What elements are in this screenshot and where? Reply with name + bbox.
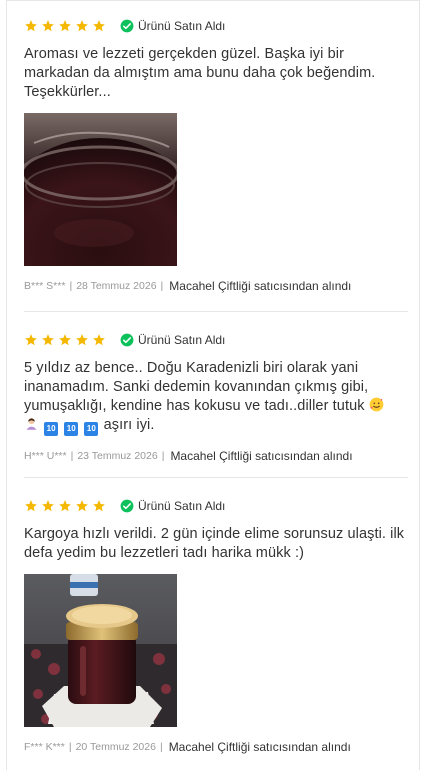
check-circle-icon (120, 333, 134, 347)
meta-separator: | (160, 280, 164, 292)
keycap-ten-emoji-icon: 10 (64, 422, 79, 436)
verified-label: Ürünü Satın Aldı (138, 499, 226, 513)
star-icon (59, 20, 71, 32)
review-meta: F*** K*** | 20 Temmuz 2026 | Macahel Çif… (24, 740, 408, 754)
verified-purchase-badge: Ürünü Satın Aldı (120, 499, 225, 513)
star-icon (25, 334, 37, 346)
honey-jar-photo (24, 113, 177, 266)
star-icon (76, 500, 88, 512)
review-comment-text: 5 yıldız az bence.. Doğu Karadenizli bir… (24, 360, 369, 414)
star-icon (59, 334, 71, 346)
star-icon (93, 500, 105, 512)
star-icon (25, 20, 37, 32)
review-photo[interactable] (24, 574, 177, 727)
verified-purchase-badge: Ürünü Satın Aldı (120, 333, 225, 347)
star-rating (24, 19, 106, 33)
verified-purchase-badge: Ürünü Satın Aldı (120, 19, 225, 33)
meta-separator: | (68, 741, 72, 753)
star-icon (25, 500, 37, 512)
star-rating (24, 333, 106, 347)
reviewer-name: B*** S*** (24, 280, 66, 292)
review-date: 20 Temmuz 2026 (75, 741, 156, 753)
review-date: 23 Temmuz 2026 (77, 450, 158, 462)
seller-info[interactable]: Macahel Çiftliği satıcısından alındı (170, 449, 352, 463)
star-icon (42, 500, 54, 512)
review-card: Ürünü Satın Aldı Kargoya hızlı verildi. … (24, 496, 408, 754)
keycap-ten-emoji-icon: 10 (44, 422, 59, 436)
seller-info[interactable]: Macahel Çiftliği satıcısından alındı (169, 740, 351, 754)
review-comment: Aroması ve lezzeti gerçekden güzel. Başk… (24, 46, 376, 100)
review-meta: H*** U*** | 23 Temmuz 2026 | Macahel Çif… (24, 449, 408, 463)
honey-jar-photo (24, 574, 177, 727)
review-comment: 5 yıldız az bence.. Doğu Karadenizli bir… (24, 359, 408, 436)
reviewer-name: H*** U*** (24, 450, 67, 462)
star-icon (59, 500, 71, 512)
keycap-ten-emoji-icon: 10 (84, 422, 99, 436)
review-meta: B*** S*** | 28 Temmuz 2026 | Macahel Çif… (24, 279, 408, 293)
meta-separator: | (69, 280, 73, 292)
review-divider (24, 311, 408, 312)
reviewer-name: F*** K*** (24, 741, 65, 753)
star-rating (24, 499, 106, 513)
verified-label: Ürünü Satın Aldı (138, 19, 226, 33)
review-divider (24, 477, 408, 478)
star-icon (93, 334, 105, 346)
review-photo[interactable] (24, 113, 177, 266)
star-icon (93, 20, 105, 32)
star-icon (42, 334, 54, 346)
review-card: Ürünü Satın Aldı 5 yıldız az bence.. Doğ… (24, 330, 408, 463)
star-icon (76, 334, 88, 346)
meta-separator: | (161, 450, 165, 462)
review-comment: Kargoya hızlı verildi. 2 gün içinde elim… (24, 526, 405, 561)
seller-info[interactable]: Macahel Çiftliği satıcısından alındı (169, 279, 351, 293)
verified-label: Ürünü Satın Aldı (138, 333, 226, 347)
star-icon (42, 20, 54, 32)
rating-row: Ürünü Satın Aldı (24, 496, 408, 516)
review-comment-tail: aşırı iyi. (103, 417, 155, 433)
review-date: 28 Temmuz 2026 (76, 280, 157, 292)
meta-separator: | (159, 741, 163, 753)
rating-row: Ürünü Satın Aldı (24, 330, 408, 350)
check-circle-icon (120, 19, 134, 33)
star-icon (76, 20, 88, 32)
rating-row: Ürünü Satın Aldı (24, 16, 408, 36)
woman-shrugging-emoji-icon (26, 417, 37, 430)
review-card: Ürünü Satın Aldı Aroması ve lezzeti gerç… (24, 16, 408, 293)
meta-separator: | (70, 450, 74, 462)
check-circle-icon (120, 499, 134, 513)
smiling-face-hearts-emoji-icon (369, 397, 384, 412)
